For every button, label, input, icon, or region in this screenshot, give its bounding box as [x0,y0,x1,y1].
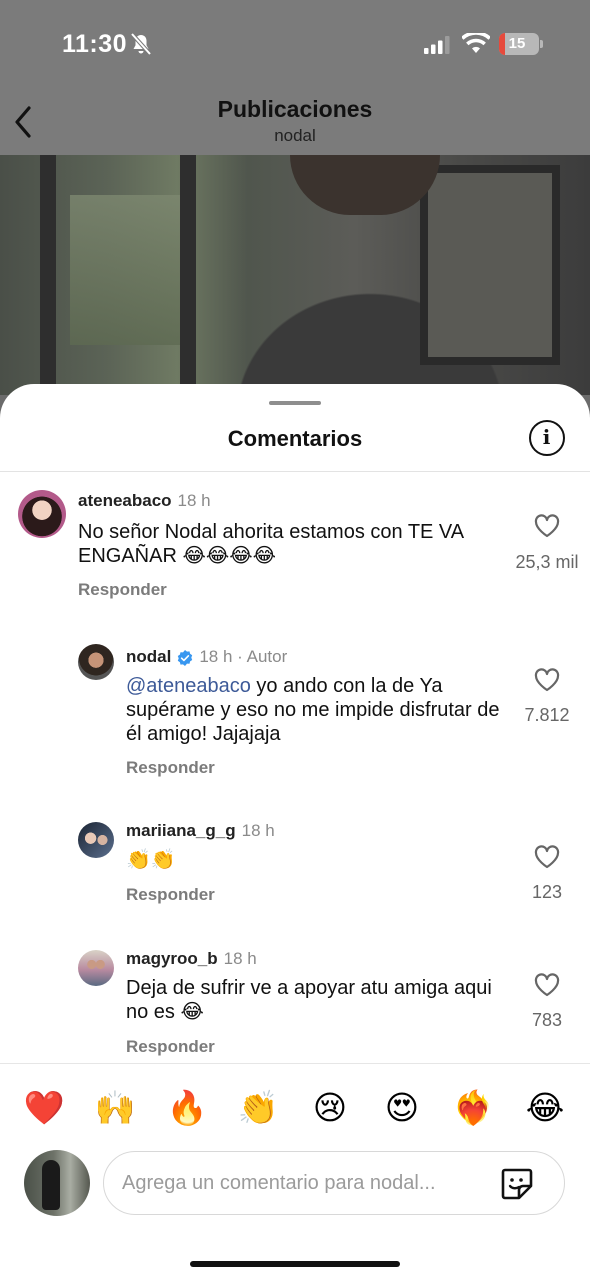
avatar[interactable] [78,822,114,858]
comment-username[interactable]: nodal [126,647,171,667]
comment-header: nodal 18 h · Autor [126,647,287,667]
comment: nodal 18 h · Autor @ateneabaco yo ando c… [0,644,590,784]
photo-column [180,155,196,395]
reaction-crying[interactable]: 😢 [308,1086,352,1130]
verified-badge-icon [178,650,193,666]
info-icon[interactable]: i [529,420,565,456]
like-count: 783 [531,1010,563,1030]
heart-outline-icon[interactable] [534,514,560,538]
reaction-clapping[interactable]: 👏 [236,1086,280,1130]
like-count: 25,3 mil [515,552,579,572]
reply-button[interactable]: Responder [126,1037,215,1057]
avatar[interactable] [18,490,66,538]
battery-icon: 15 [499,33,539,55]
sheet-title: Comentarios [227,426,363,451]
photo-person-head [290,155,440,215]
reply-button[interactable]: Responder [126,885,215,905]
comment-time: 18 h [177,491,211,510]
reaction-raised-hands[interactable]: 🙌 [93,1086,137,1130]
comment-mention[interactable]: @ateneabaco [126,675,251,697]
bell-slash-icon [130,32,152,56]
home-indicator[interactable] [190,1261,400,1267]
page-subtitle[interactable]: nodal [0,126,590,146]
divider [0,471,590,472]
reaction-heart-on-fire[interactable]: ❤️‍🔥 [451,1086,495,1130]
heart-outline-icon[interactable] [534,845,560,869]
comment-username[interactable]: mariiana_g_g [126,821,236,841]
wifi-icon [462,33,490,53]
battery-tip [540,40,543,48]
comment: mariiana_g_g 18 h 👏👏 Responder 123 [0,820,590,910]
battery-level: 15 [508,35,526,52]
cellular-signal-icon [424,36,450,54]
reply-button[interactable]: Responder [126,758,215,778]
like-count: 123 [531,882,563,902]
quick-reactions-bar: ❤️ 🙌 🔥 👏 😢 😍 ❤️‍🔥 😂 [0,1063,590,1149]
avatar[interactable] [78,950,114,986]
photo-column [40,155,56,395]
comment: magyroo_b 18 h Deja de sufrir ve a apoya… [0,948,590,1060]
avatar[interactable] [78,644,114,680]
comment: ateneabaco 18 h No señor Nodal ahorita e… [0,490,590,610]
screen: 11:30 15 Publicaciones nodal Comentarios… [0,0,590,1280]
comment-header: mariiana_g_g 18 h [126,821,275,841]
post-photo-background [0,155,590,395]
comment-username[interactable]: magyroo_b [126,949,218,969]
comment-username[interactable]: ateneabaco [78,491,172,511]
comment-time: 18 h [223,949,257,968]
comment-time: 18 h [241,821,275,840]
reaction-fire[interactable]: 🔥 [165,1086,209,1130]
reply-button[interactable]: Responder [78,580,167,600]
comment-header: ateneabaco 18 h [78,491,211,511]
page-title: Publicaciones [217,96,373,122]
sheet-grabber[interactable] [269,401,321,405]
comment-text: Deja de sufrir ve a apoyar atu amiga aqu… [126,977,492,1023]
status-bar: 11:30 15 [0,0,590,90]
like-count: 7.812 [524,705,570,725]
heart-outline-icon[interactable] [534,973,560,997]
comment-header: magyroo_b 18 h [126,949,257,969]
comment-text: 👏👏 [126,849,176,871]
current-user-avatar [24,1150,90,1216]
comment-text: @ateneabaco yo ando con la de Ya supéram… [126,674,511,746]
comment-composer [103,1151,565,1215]
reaction-heart[interactable]: ❤️ [22,1086,66,1130]
reaction-laughing[interactable]: 😂 [523,1086,567,1130]
reaction-heart-eyes[interactable]: 😍 [380,1086,424,1130]
photo-trees [70,195,180,345]
comment-text: No señor Nodal ahorita estamos con TE VA… [78,521,464,567]
comment-input[interactable] [122,1162,482,1204]
photo-window [420,165,560,365]
status-time: 11:30 [62,30,128,58]
sticker-icon[interactable] [499,1166,535,1202]
heart-outline-icon[interactable] [534,668,560,692]
comment-time: 18 h · Autor [199,647,288,666]
